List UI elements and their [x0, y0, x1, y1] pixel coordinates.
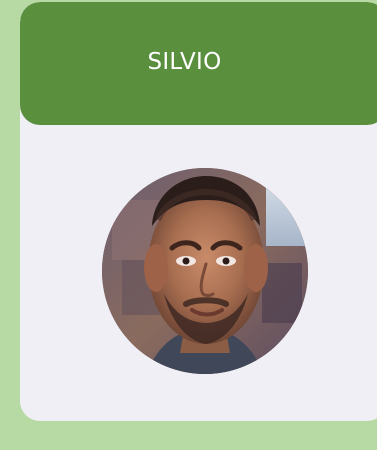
card-header: SILVIO: [20, 2, 377, 125]
person-photo-avatar-icon: [102, 168, 308, 374]
profile-name: SILVIO: [147, 48, 222, 75]
page-background: SILVIO: [0, 0, 377, 450]
profile-card[interactable]: SILVIO: [20, 2, 377, 421]
profile-avatar[interactable]: [102, 168, 308, 374]
